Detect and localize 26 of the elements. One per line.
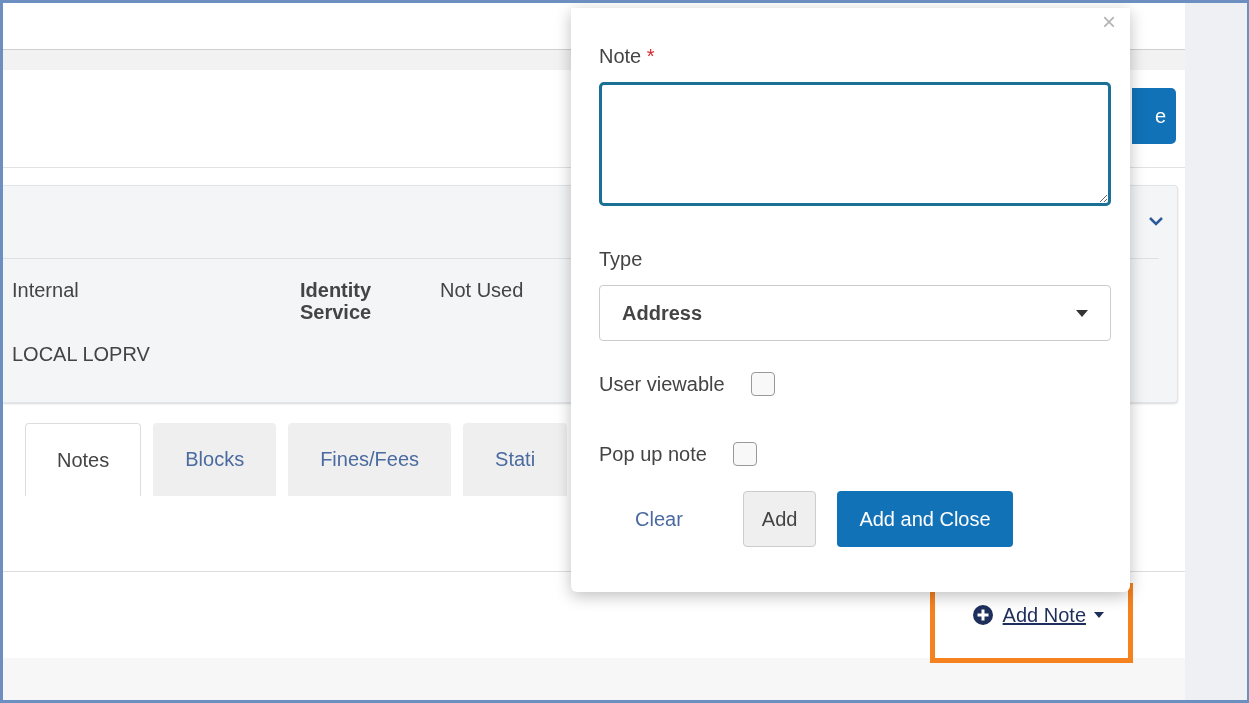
- tab[interactable]: Stati: [463, 423, 568, 496]
- type-label: Type: [599, 248, 644, 271]
- checkbox-label: Pop up note: [599, 442, 707, 466]
- tab[interactable]: Fines/Fees: [288, 423, 452, 496]
- header-button[interactable]: e: [1132, 88, 1176, 144]
- field-value: Not Used: [440, 279, 524, 302]
- field-value: Internal: [12, 279, 80, 302]
- add-note-link[interactable]: Add Note: [971, 603, 1105, 627]
- clear-link[interactable]: Clear: [635, 507, 683, 531]
- add-button[interactable]: Add: [742, 491, 817, 547]
- caret-icon: [1093, 611, 1105, 619]
- note-input[interactable]: [599, 82, 1111, 206]
- tab[interactable]: Blocks: [153, 423, 277, 496]
- field-value: LOCAL LOPRV: [12, 343, 151, 366]
- note-label: Note: [599, 45, 642, 67]
- checkbox-label: User viewable: [599, 372, 725, 396]
- plus-circle-icon: [971, 604, 994, 626]
- checkbox[interactable]: [732, 442, 757, 466]
- type-dropdown[interactable]: Address: [599, 285, 1111, 341]
- required-mark: *: [646, 45, 655, 67]
- field-label: Identity Service: [300, 279, 373, 323]
- add-and-close-button[interactable]: Add and Close: [837, 491, 1013, 547]
- tab[interactable]: Notes: [25, 423, 142, 496]
- chevron-down-icon[interactable]: [1149, 216, 1163, 226]
- caret-icon: [1076, 309, 1088, 317]
- checkbox[interactable]: [750, 372, 775, 396]
